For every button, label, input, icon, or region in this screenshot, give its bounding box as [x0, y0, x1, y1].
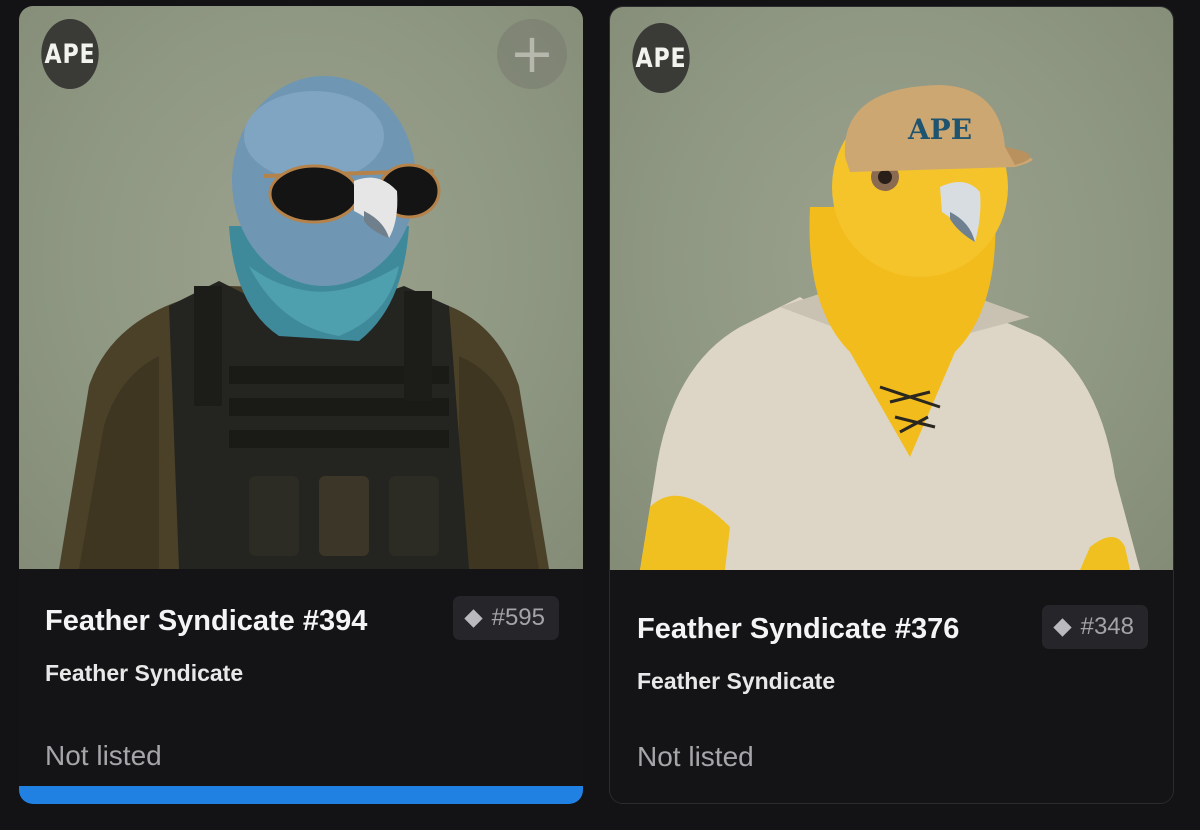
collection-name[interactable]: Feather Syndicate	[45, 660, 243, 687]
nft-title[interactable]: Feather Syndicate #394	[45, 605, 367, 638]
pigeon-sunglasses-vest-image	[59, 76, 549, 569]
listing-status: Not listed	[45, 740, 162, 771]
selected-indicator	[19, 786, 583, 804]
cap-text: APE	[907, 113, 972, 146]
rarity-rank: #348	[1080, 613, 1134, 640]
pigeon-cap-shirt-image: APE	[640, 85, 1140, 570]
nft-card[interactable]: APE + Feather Syndicate #394 #595 Feathe…	[19, 6, 583, 804]
nft-image[interactable]: APE APE	[610, 7, 1173, 570]
nft-grid: APE + Feather Syndicate #394 #595 Feathe…	[0, 0, 1200, 830]
diamond-icon	[1052, 617, 1072, 637]
listing-status: Not listed	[637, 741, 754, 772]
diamond-icon	[463, 608, 483, 628]
card-info: Feather Syndicate #394 #595 Feather Synd…	[19, 569, 583, 804]
rarity-rank: #595	[491, 604, 545, 631]
ape-badge-icon: APE	[41, 19, 99, 89]
nft-image[interactable]: APE +	[19, 6, 583, 569]
collection-name[interactable]: Feather Syndicate	[637, 668, 835, 695]
add-icon: +	[509, 22, 555, 85]
nft-title[interactable]: Feather Syndicate #376	[637, 613, 959, 646]
ape-badge-icon: APE	[632, 23, 690, 93]
add-button[interactable]: +	[497, 19, 567, 89]
nft-card[interactable]: APE APE Feather Syndicate #376 #348 Feat…	[609, 6, 1174, 804]
card-info: Feather Syndicate #376 #348 Feather Synd…	[610, 570, 1173, 803]
rarity-rank-badge[interactable]: #348	[1041, 605, 1148, 649]
rarity-rank-badge[interactable]: #595	[452, 596, 559, 640]
